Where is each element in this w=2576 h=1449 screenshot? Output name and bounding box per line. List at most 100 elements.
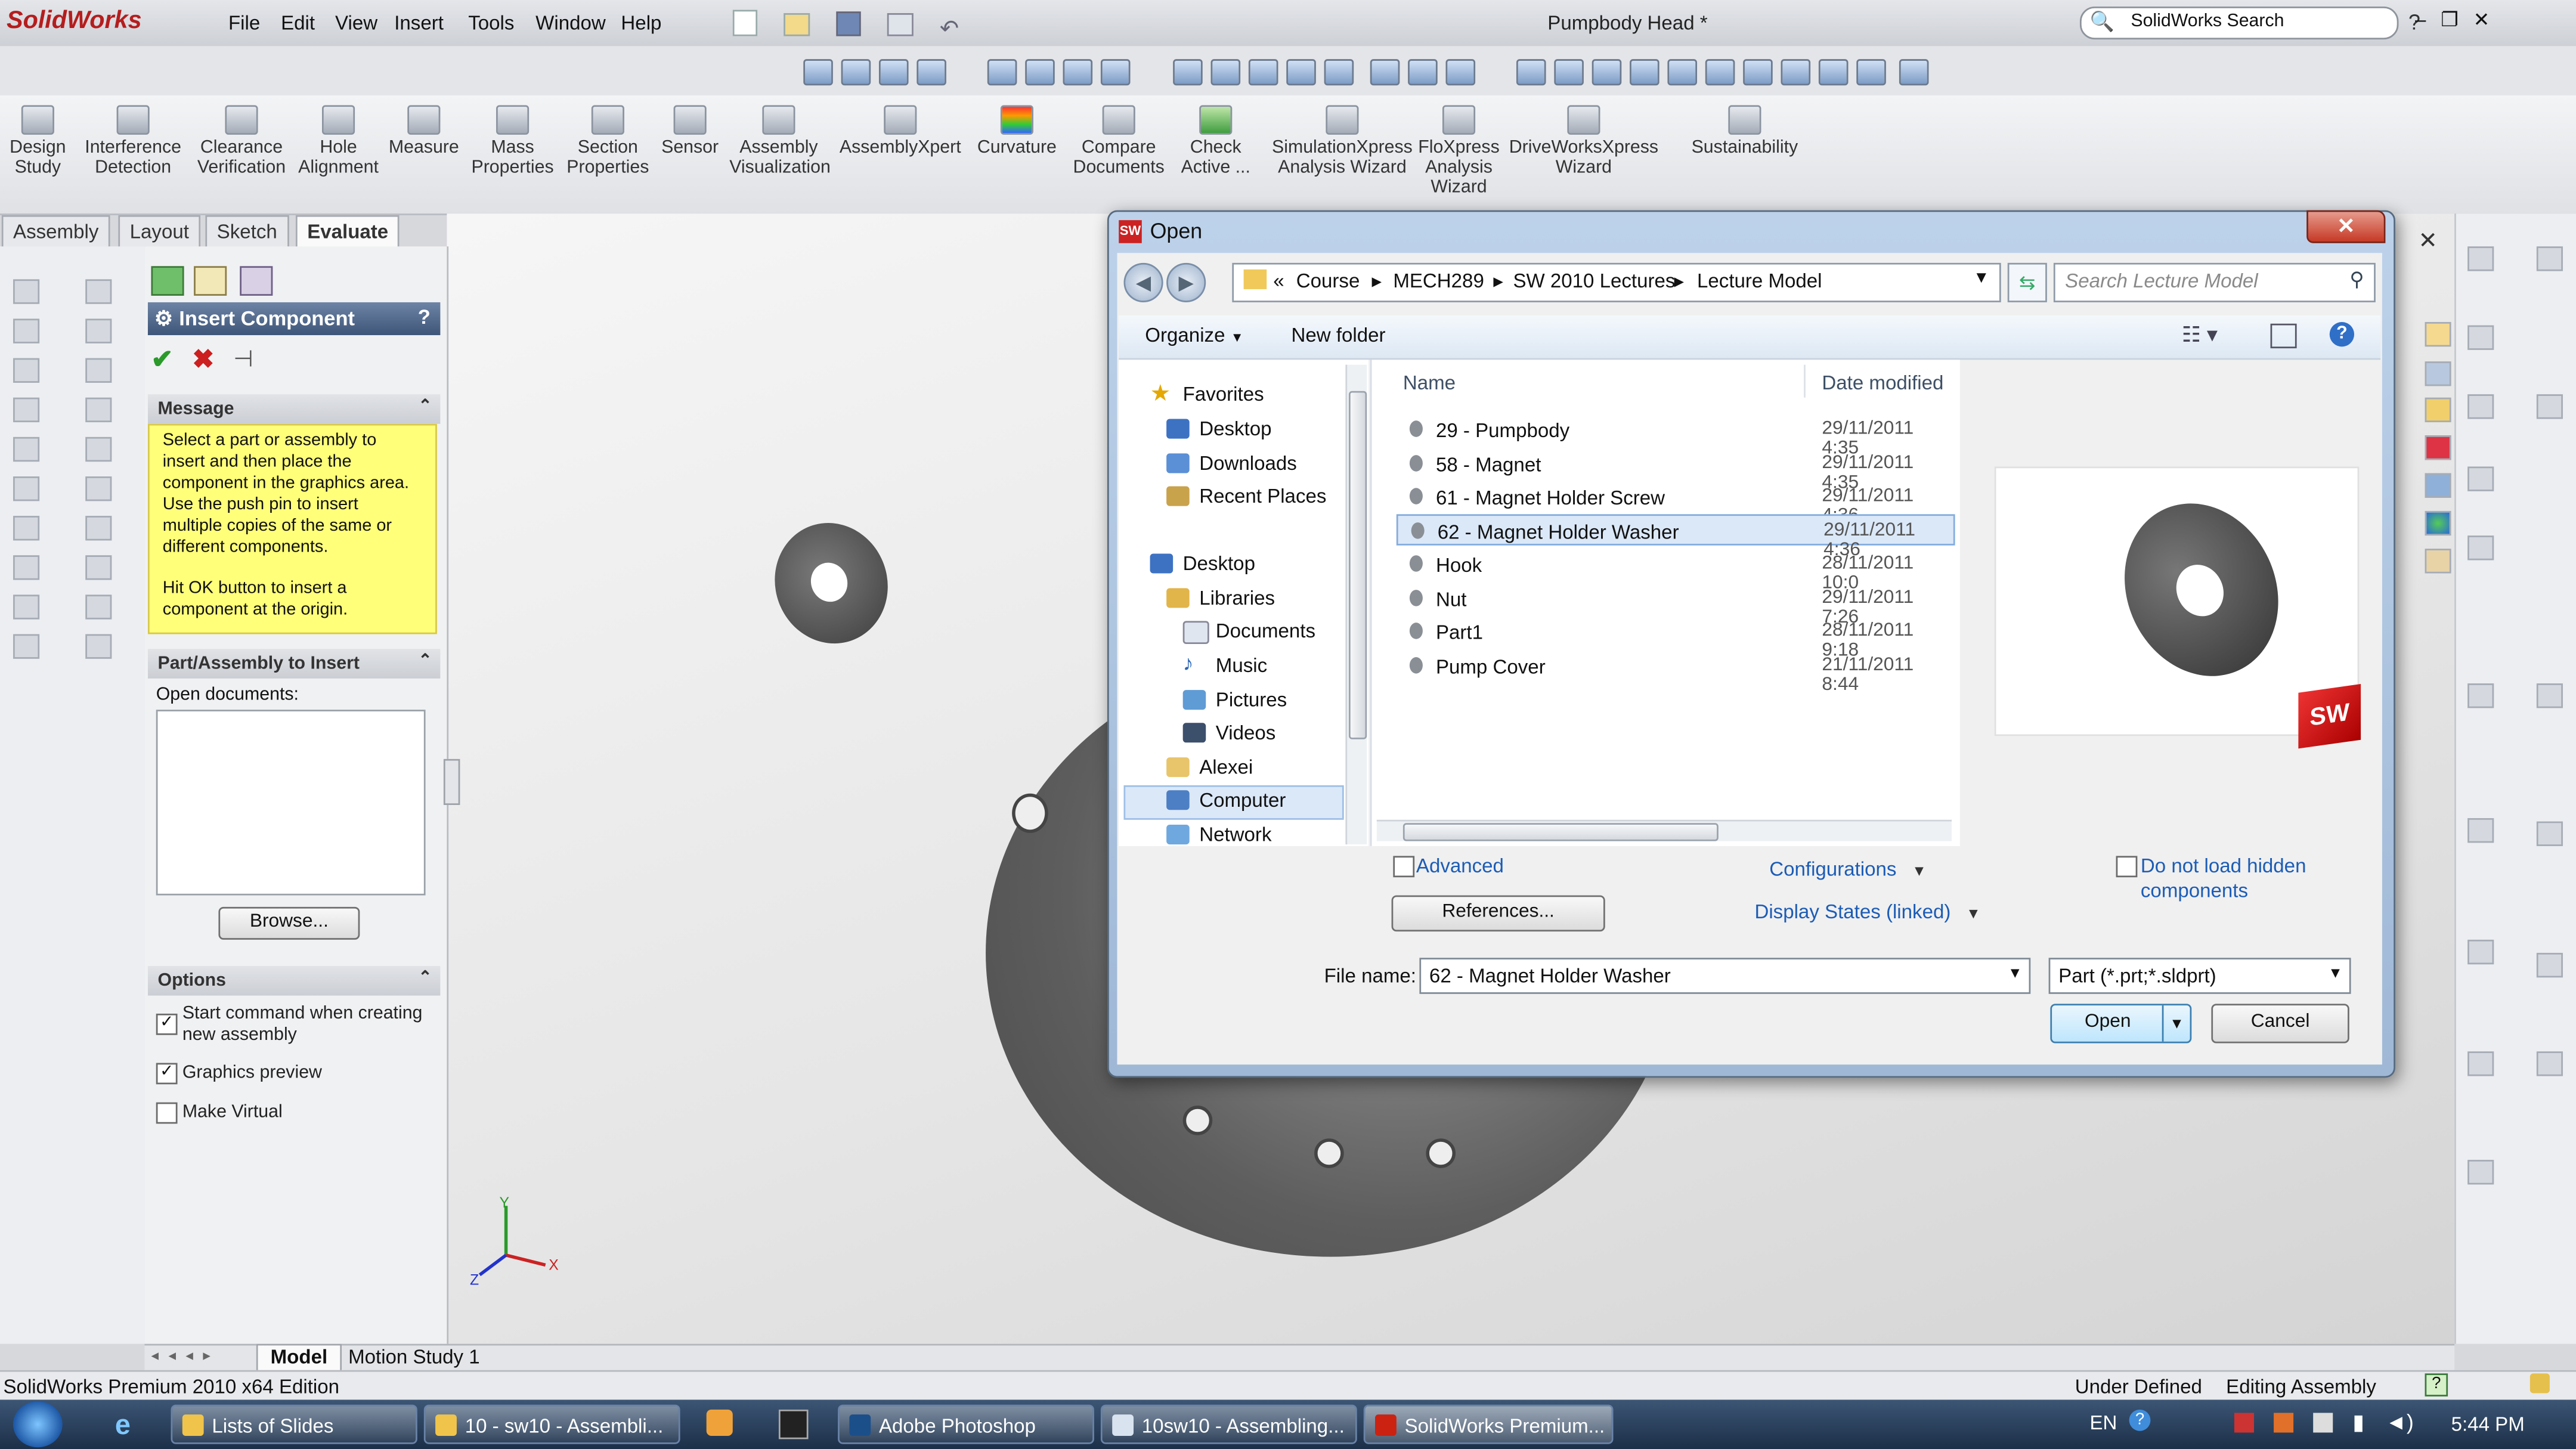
file-row[interactable]: 29 - Pumpbody 29/11/2011 4:35 [1397, 414, 1955, 459]
check-active-button[interactable]: Check Active ... [1173, 105, 1258, 178]
nav-recent-places[interactable]: Recent Places [1166, 485, 1326, 507]
preview-pane-icon[interactable] [2270, 323, 2297, 349]
sketch-tool-icon[interactable] [2467, 939, 2494, 965]
feature-tool-icon[interactable] [13, 476, 40, 501]
undo-icon[interactable]: ↶ [940, 15, 959, 41]
nav-desktop-favorite[interactable]: Desktop [1166, 417, 1272, 440]
menu-view[interactable]: View [335, 11, 377, 35]
rebuild-icon[interactable] [2529, 1373, 2550, 1394]
change-view-icon[interactable]: ☷ ▾ [2182, 322, 2218, 348]
menu-insert[interactable]: Insert [394, 11, 444, 35]
menu-edit[interactable]: Edit [281, 11, 315, 35]
nav-libraries[interactable]: Libraries [1166, 587, 1275, 609]
file-row[interactable]: 58 - Magnet 29/11/2011 4:35 [1397, 448, 1955, 493]
bottom-view-icon[interactable] [1743, 59, 1773, 86]
chevron-down-icon[interactable]: ▼ [2328, 964, 2343, 981]
sketch-tool-icon[interactable] [85, 436, 112, 462]
zoom-selection-icon[interactable] [917, 59, 946, 86]
mass-properties-button[interactable]: Mass Properties [470, 105, 555, 178]
menu-file[interactable]: File [228, 11, 260, 35]
file-row-selected[interactable]: 62 - Magnet Holder Washer 29/11/2011 4:36 [1396, 514, 1955, 560]
zoom-to-fit-icon[interactable] [803, 59, 833, 86]
isometric-view-icon[interactable] [1781, 59, 1811, 86]
file-row[interactable]: Part1 28/11/2011 9:18 [1397, 616, 1955, 661]
feature-tool-icon[interactable] [13, 555, 40, 580]
compare-documents-button[interactable]: Compare Documents [1071, 105, 1166, 178]
feature-tool-icon[interactable] [13, 397, 40, 423]
feature-tool-icon[interactable] [13, 436, 40, 462]
internet-explorer-icon[interactable]: e [115, 1410, 131, 1442]
sketch-tool-icon[interactable] [2467, 246, 2494, 271]
hidden-lines-visible-icon[interactable] [1210, 59, 1241, 86]
file-row[interactable]: 61 - Magnet Holder Screw29/11/2011 4:36 [1397, 481, 1955, 526]
menu-window[interactable]: Window [535, 11, 606, 35]
file-name-input[interactable]: 62 - Magnet Holder Washer ▼ [1419, 958, 2031, 994]
ok-check-icon[interactable]: ✔ [151, 343, 173, 376]
window-controls[interactable]: –❐✕ [2415, 8, 2504, 32]
sketch-tool-icon[interactable] [85, 397, 112, 423]
collapse-icon[interactable]: ⌃ [418, 398, 432, 416]
sketch-tool-icon[interactable] [2467, 683, 2494, 708]
dialog-close-button[interactable]: ✕ [2306, 210, 2386, 243]
hidden-lines-removed-icon[interactable] [1248, 59, 1278, 86]
organize-button[interactable]: Organize ▼ [1145, 324, 1243, 347]
cancel-button[interactable]: Cancel [2211, 1004, 2349, 1044]
minimize-icon[interactable]: – [2415, 8, 2441, 32]
appearances-icon[interactable] [2425, 510, 2451, 536]
language-help-icon[interactable]: ? [2129, 1409, 2151, 1431]
tray-icon[interactable] [2234, 1413, 2254, 1433]
assemblyxpert-button[interactable]: AssemblyXpert [838, 105, 962, 157]
featuremanager-tab-icon[interactable] [151, 266, 184, 296]
assembly-visualization-button[interactable]: Assembly Visualization [729, 105, 831, 178]
sketch-tool-icon[interactable] [85, 358, 112, 383]
nav-computer[interactable]: Computer [1166, 788, 1286, 812]
dialog-help-icon[interactable]: ? [2329, 321, 2355, 347]
right-view-icon[interactable] [1667, 59, 1698, 86]
collapse-icon[interactable]: ⌃ [418, 652, 432, 670]
solidworks-resources-icon[interactable] [2425, 321, 2451, 347]
refresh-icon[interactable]: ⇆ [2007, 262, 2047, 302]
sketch-tool-icon[interactable] [2467, 466, 2494, 491]
file-list-horizontal-scrollbar[interactable] [1376, 819, 1952, 841]
solidworks-logo[interactable]: SolidWorks [7, 7, 142, 35]
browse-button[interactable]: Browse... [218, 906, 360, 940]
front-view-icon[interactable] [1554, 59, 1584, 86]
normal-to-icon[interactable] [1516, 59, 1546, 86]
sketch-tool-icon[interactable] [2467, 325, 2494, 350]
driveworksxpress-button[interactable]: DriveWorksXpress Wizard [1508, 105, 1659, 178]
open-options-dropdown-icon[interactable]: ▼ [2162, 1005, 2190, 1042]
nav-alexei[interactable]: Alexei [1166, 756, 1253, 779]
clock-time[interactable]: 5:44 PM [2451, 1413, 2525, 1436]
configurations-dropdown[interactable]: Configurations ▼ [1769, 857, 1927, 881]
section-view-icon[interactable] [1899, 59, 1929, 86]
perspective-icon[interactable] [1408, 59, 1438, 86]
nav-network[interactable]: Network [1166, 823, 1271, 846]
part-assembly-section-header[interactable]: Part/Assembly to Insert ⌃ [147, 649, 441, 679]
top-view-icon[interactable] [1705, 59, 1735, 86]
propertymanager-tab-icon[interactable] [194, 266, 227, 296]
taskbar-lists-of-slides[interactable]: Lists of Slides [171, 1404, 417, 1444]
quick-access-toolbar[interactable]: ↶ [732, 10, 1012, 41]
breadcrumb-course[interactable]: Course [1296, 270, 1360, 293]
section-properties-button[interactable]: Section Properties [565, 105, 651, 178]
zoom-in-out-icon[interactable] [878, 59, 909, 86]
view-palette-icon[interactable] [2425, 473, 2451, 498]
feature-tool-icon[interactable] [13, 279, 40, 304]
nav-downloads[interactable]: Downloads [1166, 452, 1297, 475]
shaded-with-edges-icon[interactable] [1286, 59, 1316, 86]
breadcrumb-mech289[interactable]: MECH289 [1393, 270, 1484, 293]
column-divider[interactable] [1804, 364, 1806, 398]
sketch-tool-icon[interactable] [85, 318, 112, 343]
menu-tools[interactable]: Tools [468, 11, 514, 35]
options-section-header[interactable]: Options ⌃ [147, 965, 441, 996]
search-results-icon[interactable] [2425, 435, 2451, 460]
curvature-button[interactable]: Curvature [973, 105, 1061, 157]
forward-arrow-icon[interactable]: ▶ [1166, 262, 1206, 302]
new-folder-button[interactable]: New folder [1292, 324, 1386, 347]
quick-tips-icon[interactable]: ? [2425, 1373, 2448, 1397]
custom-properties-icon[interactable] [2425, 549, 2451, 574]
nav-favorites[interactable]: ★ Favorites [1150, 379, 1264, 405]
shaded-icon[interactable] [1324, 59, 1354, 86]
nav-pictures[interactable]: Pictures [1182, 688, 1287, 711]
chevron-down-icon[interactable]: ▼ [2008, 964, 2023, 981]
